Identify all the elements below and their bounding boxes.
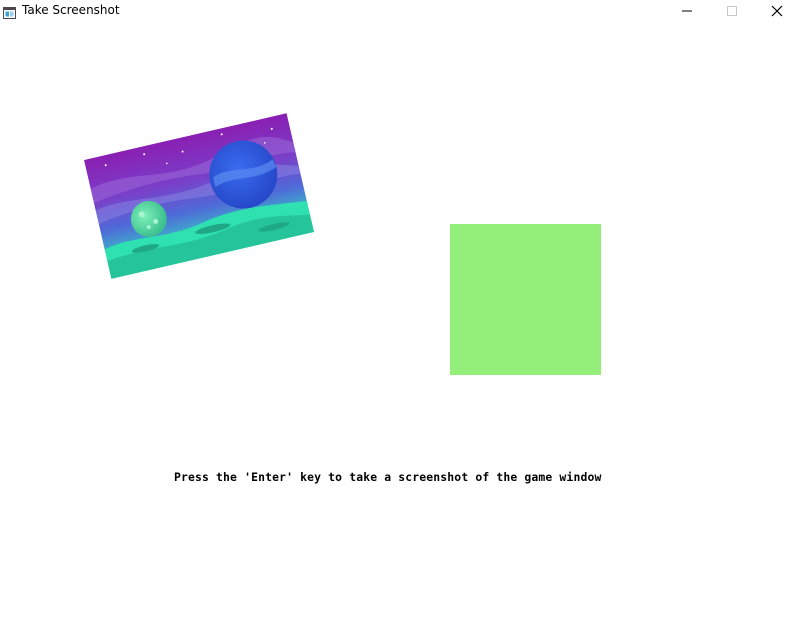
game-window: Take Screenshot Press the 'Enter' key to… [0,0,800,624]
window-title: Take Screenshot [22,3,120,17]
minimize-icon [682,10,692,12]
space-landscape-sprite [83,113,315,279]
minimize-button[interactable] [664,0,710,22]
app-window-icon [3,4,16,19]
maximize-button[interactable] [709,0,755,22]
close-icon [771,5,783,17]
title-bar[interactable]: Take Screenshot [0,0,800,22]
close-button[interactable] [754,0,800,22]
game-canvas[interactable]: Press the 'Enter' key to take a screensh… [0,22,800,624]
green-square [450,224,601,375]
maximize-icon [727,6,737,16]
instruction-text: Press the 'Enter' key to take a screensh… [174,470,602,484]
